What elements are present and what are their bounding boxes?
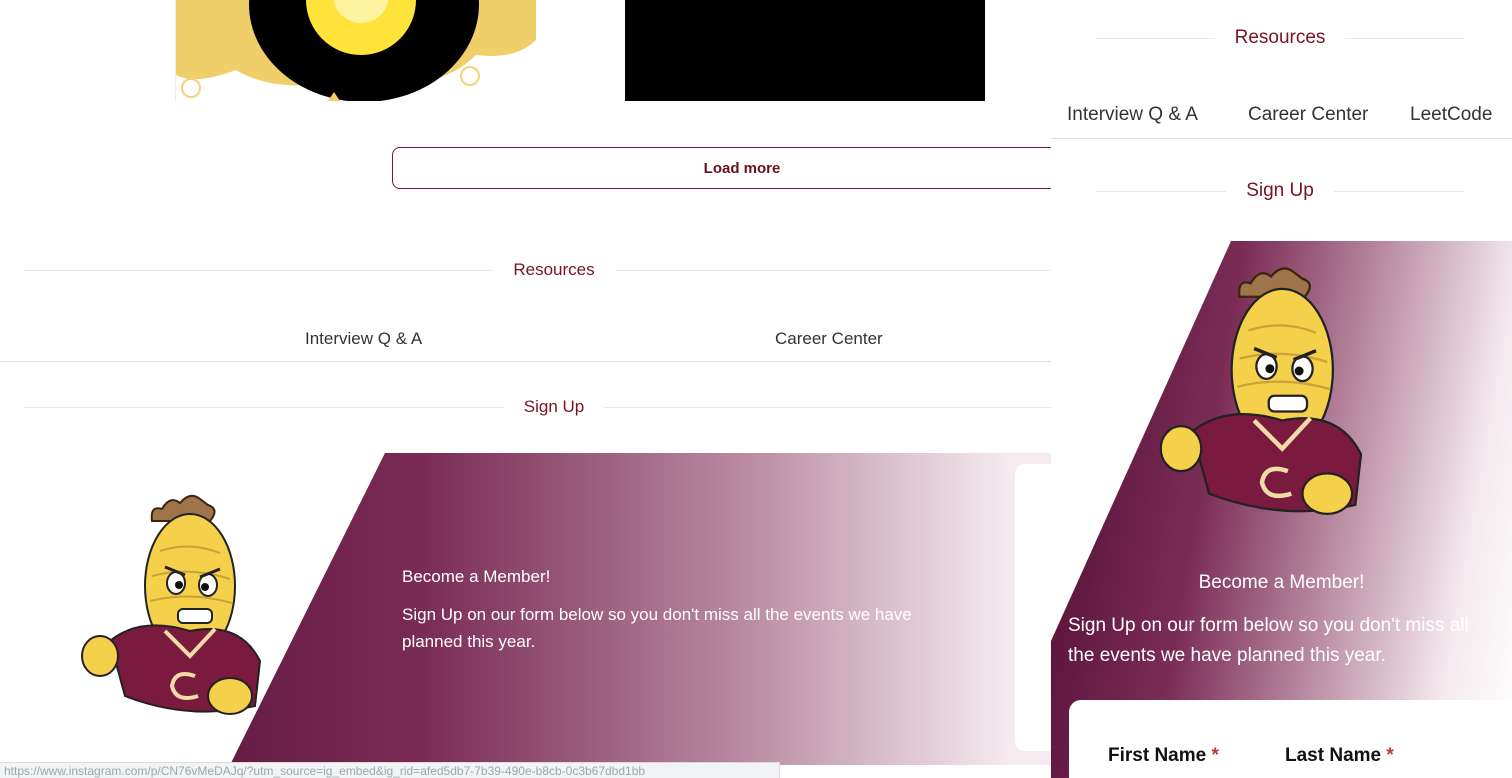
divider xyxy=(1096,190,1227,192)
required-marker: * xyxy=(1386,745,1394,766)
divider xyxy=(24,269,494,271)
membership-banner: Become a Member! Sign Up on our form bel… xyxy=(0,453,1060,765)
divider xyxy=(614,269,1085,271)
mobile-corn-mascot-icon xyxy=(1159,267,1363,515)
mobile-link-interview-qa[interactable]: Interview Q & A xyxy=(1067,104,1198,126)
mobile-signup-form: First Name * Last Name * xyxy=(1069,700,1512,778)
load-more-button[interactable]: Load more xyxy=(392,147,1092,189)
mobile-view: Resources Interview Q & A Career Center … xyxy=(1051,0,1512,778)
required-marker: * xyxy=(1211,745,1219,766)
resources-heading-text: Resources xyxy=(513,260,595,279)
last-name-label-text: Last Name xyxy=(1285,745,1382,766)
signup-heading: Sign Up xyxy=(24,397,1085,417)
mobile-resources-heading-text: Resources xyxy=(1234,27,1326,48)
link-interview-qa[interactable]: Interview Q & A xyxy=(305,329,422,349)
divider xyxy=(1096,37,1215,39)
banner-title: Become a Member! xyxy=(402,567,551,586)
mobile-resource-links: Interview Q & A Career Center LeetCode xyxy=(1051,100,1512,139)
mobile-signup-heading: Sign Up xyxy=(1096,180,1465,202)
last-name-label: Last Name * xyxy=(1285,745,1394,767)
mobile-link-leetcode[interactable]: LeetCode xyxy=(1410,104,1492,126)
divider xyxy=(24,406,504,408)
mobile-membership-banner: Become a Member! Sign Up on our form bel… xyxy=(1051,241,1512,778)
divider xyxy=(1345,37,1465,39)
signup-heading-text: Sign Up xyxy=(523,397,585,416)
mobile-resources-heading: Resources xyxy=(1096,27,1465,49)
mobile-banner-description: Sign Up on our form below so you don't m… xyxy=(1068,615,1469,666)
mobile-banner-title: Become a Member! xyxy=(1198,572,1365,593)
first-name-label: First Name * xyxy=(1108,745,1219,767)
mobile-signup-heading-text: Sign Up xyxy=(1246,180,1314,201)
post-thumbnail-record[interactable] xyxy=(175,0,536,101)
post-thumbnail-video[interactable] xyxy=(625,0,985,101)
link-career-center[interactable]: Career Center xyxy=(775,329,883,349)
corn-mascot-icon xyxy=(81,494,262,715)
banner-description: Sign Up on our form below so you don't m… xyxy=(402,605,912,651)
resource-links: Interview Q & A Career Center xyxy=(0,326,1060,362)
divider xyxy=(604,406,1085,408)
resources-heading: Resources xyxy=(24,260,1085,280)
record-graphic xyxy=(176,0,536,101)
divider xyxy=(1333,190,1465,192)
status-bar-url: https://www.instagram.com/p/CN76vMeDAJq/… xyxy=(0,762,780,778)
first-name-label-text: First Name xyxy=(1108,745,1207,766)
mobile-link-career-center[interactable]: Career Center xyxy=(1248,104,1368,126)
